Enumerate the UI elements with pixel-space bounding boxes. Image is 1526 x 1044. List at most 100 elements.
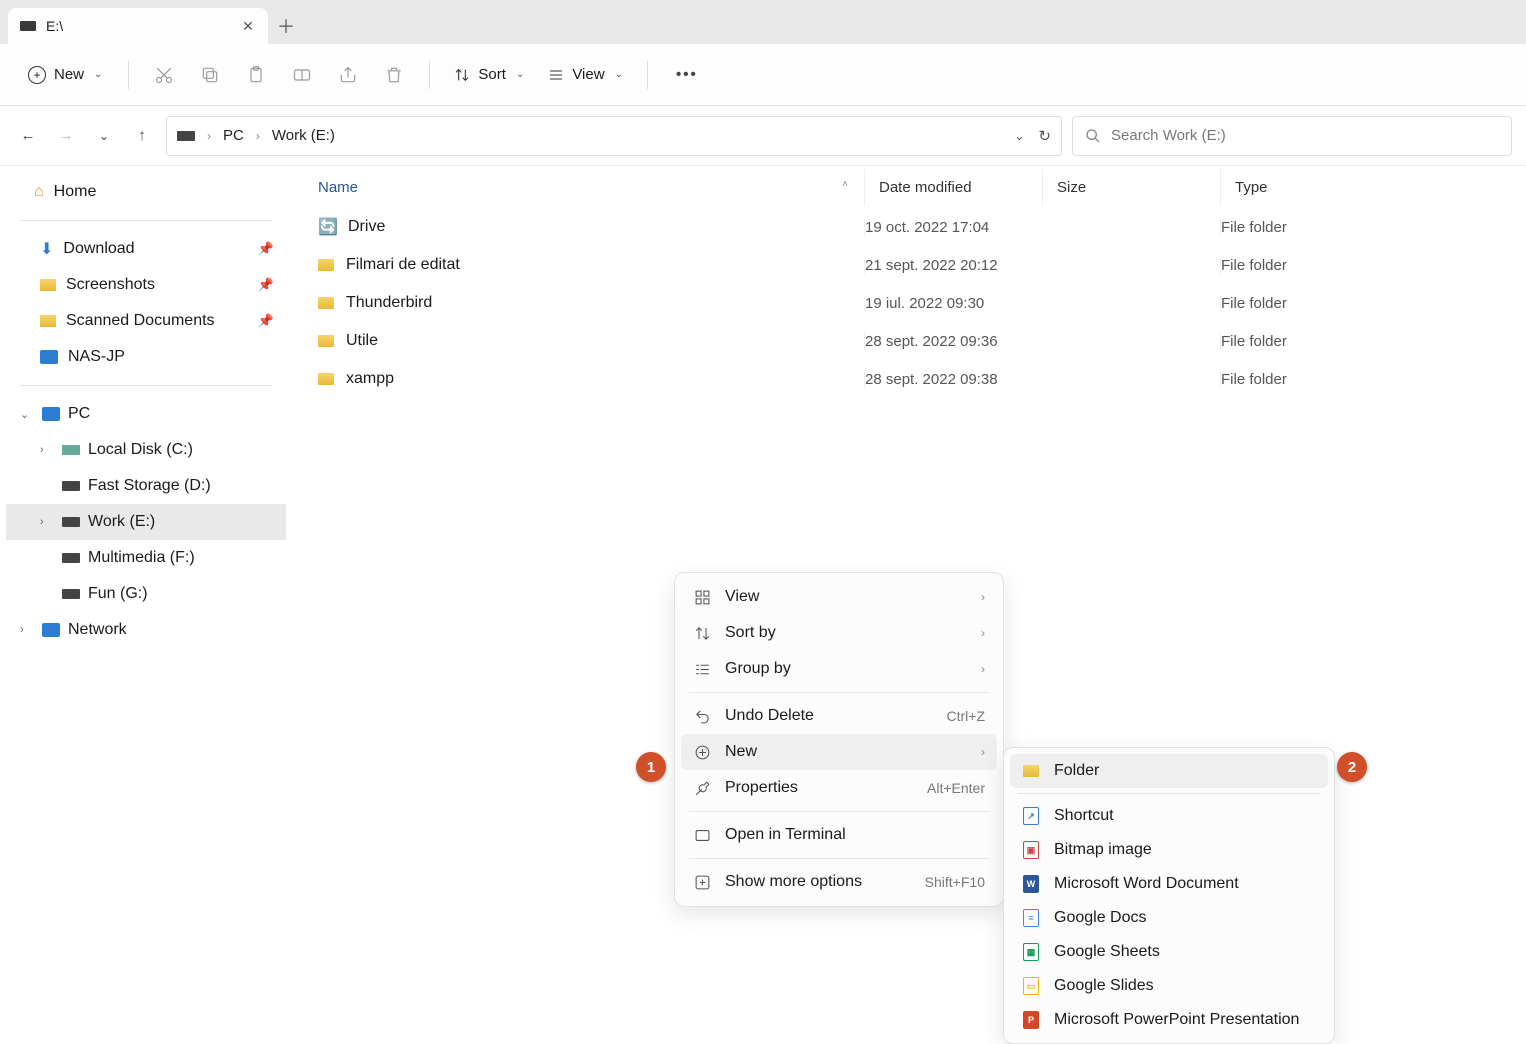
sidebar-drive-f[interactable]: › Multimedia (F:)	[6, 540, 286, 576]
chevron-right-icon: ›	[981, 590, 985, 604]
sidebar-drive-e[interactable]: › Work (E:)	[6, 504, 286, 540]
col-size[interactable]: Size	[1042, 169, 1220, 206]
sidebar-drive-g[interactable]: › Fun (G:)	[6, 576, 286, 612]
view-label: View	[572, 66, 604, 83]
folder-icon	[318, 259, 334, 271]
home-icon: ⌂	[34, 183, 44, 201]
file-type: File folder	[1220, 219, 1526, 236]
copy-icon[interactable]	[191, 56, 229, 94]
sidebar-network[interactable]: › Network	[6, 612, 286, 648]
view-button[interactable]: View ⌄	[540, 60, 631, 89]
forward-button[interactable]: →	[52, 122, 80, 150]
gslides-icon: ▭	[1022, 977, 1040, 995]
sort-icon	[454, 67, 470, 83]
paste-icon[interactable]	[237, 56, 275, 94]
col-name[interactable]: Name˄	[292, 169, 864, 206]
network-icon	[42, 623, 60, 637]
cut-icon[interactable]	[145, 56, 183, 94]
tab-bar: E:\ ✕ ＋	[0, 0, 1526, 44]
expand-icon[interactable]: ›	[20, 624, 34, 636]
up-button[interactable]: ↑	[128, 122, 156, 150]
chevron-right-icon: ›	[207, 129, 211, 143]
separator	[20, 220, 272, 221]
address-dropdown-icon[interactable]: ⌄	[1014, 129, 1024, 143]
address-bar[interactable]: › PC › Work (E:) ⌄ ↻	[166, 116, 1062, 156]
sidebar-quick-download[interactable]: ⬇ Download 📌	[6, 231, 286, 267]
sidebar-drive-c[interactable]: › Local Disk (C:)	[6, 432, 286, 468]
file-row[interactable]: 🔄Drive 19 oct. 2022 17:04 File folder	[292, 208, 1526, 246]
sidebar-item-label: Screenshots	[66, 276, 155, 294]
sub-label: Shortcut	[1054, 807, 1114, 825]
sidebar-item-label: Fast Storage (D:)	[88, 477, 211, 495]
file-row[interactable]: xampp 28 sept. 2022 09:38 File folder	[292, 360, 1526, 398]
file-date: 28 sept. 2022 09:38	[864, 371, 1042, 388]
tab[interactable]: E:\ ✕	[8, 8, 268, 44]
ctx-group-by[interactable]: Group by ›	[681, 651, 997, 687]
col-date[interactable]: Date modified	[864, 169, 1042, 206]
file-list[interactable]: Name˄ Date modified Size Type 🔄Drive 19 …	[292, 166, 1526, 1007]
drive-icon	[62, 445, 80, 455]
expand-icon[interactable]: ›	[40, 516, 54, 528]
ctx-show-more[interactable]: Show more options Shift+F10	[681, 864, 997, 900]
new-button[interactable]: + New ⌄	[18, 60, 112, 90]
expand-icon[interactable]: ⌄	[20, 408, 34, 421]
sub-label: Microsoft Word Document	[1054, 875, 1239, 893]
sub-shortcut[interactable]: ↗ Shortcut	[1010, 799, 1328, 833]
ctx-open-terminal[interactable]: Open in Terminal	[681, 817, 997, 853]
file-row[interactable]: Utile 28 sept. 2022 09:36 File folder	[292, 322, 1526, 360]
chevron-right-icon: ›	[981, 745, 985, 759]
sidebar-quick-screenshots[interactable]: Screenshots 📌	[6, 267, 286, 303]
drive-icon	[177, 131, 195, 141]
separator	[689, 811, 989, 812]
new-label: New	[54, 66, 84, 83]
sidebar-pc[interactable]: ⌄ PC	[6, 396, 286, 432]
toolbar: + New ⌄ Sort ⌄ View ⌄ •••	[0, 44, 1526, 106]
sidebar-home[interactable]: ⌂ Home	[6, 174, 286, 210]
powerpoint-icon: P	[1022, 1011, 1040, 1029]
sub-folder[interactable]: Folder	[1010, 754, 1328, 788]
sub-label: Folder	[1054, 762, 1099, 780]
sidebar-item-label: Download	[63, 240, 134, 258]
breadcrumb-pc[interactable]: PC	[223, 127, 244, 144]
new-tab-button[interactable]: ＋	[268, 8, 304, 44]
rename-icon[interactable]	[283, 56, 321, 94]
expand-icon[interactable]: ›	[40, 444, 54, 456]
file-row[interactable]: Thunderbird 19 iul. 2022 09:30 File fold…	[292, 284, 1526, 322]
ctx-label: Open in Terminal	[725, 826, 846, 844]
sidebar-quick-scanned[interactable]: Scanned Documents 📌	[6, 303, 286, 339]
back-button[interactable]: ←	[14, 122, 42, 150]
sort-button[interactable]: Sort ⌄	[446, 60, 532, 89]
sub-gsheets[interactable]: ▦ Google Sheets	[1010, 935, 1328, 969]
nav-row: ← → ⌄ ↑ › PC › Work (E:) ⌄ ↻ Search Work…	[0, 106, 1526, 166]
sub-label: Google Slides	[1054, 977, 1154, 995]
close-tab-icon[interactable]: ✕	[240, 18, 256, 34]
search-input[interactable]: Search Work (E:)	[1072, 116, 1512, 156]
sidebar-drive-d[interactable]: › Fast Storage (D:)	[6, 468, 286, 504]
ctx-sort-by[interactable]: Sort by ›	[681, 615, 997, 651]
ctx-view[interactable]: View ›	[681, 579, 997, 615]
share-icon[interactable]	[329, 56, 367, 94]
sub-powerpoint[interactable]: P Microsoft PowerPoint Presentation	[1010, 1003, 1328, 1037]
ctx-properties[interactable]: Properties Alt+Enter	[681, 770, 997, 806]
sub-gdocs[interactable]: ≡ Google Docs	[1010, 901, 1328, 935]
pc-icon	[42, 407, 60, 421]
sidebar-quick-nas[interactable]: NAS-JP	[6, 339, 286, 375]
file-row[interactable]: Filmari de editat 21 sept. 2022 20:12 Fi…	[292, 246, 1526, 284]
sidebar-item-label: Scanned Documents	[66, 312, 215, 330]
chevron-right-icon: ›	[981, 626, 985, 640]
grid-icon	[693, 588, 711, 606]
sub-word[interactable]: W Microsoft Word Document	[1010, 867, 1328, 901]
pin-icon: 📌	[258, 313, 274, 329]
separator	[429, 61, 430, 89]
refresh-icon[interactable]: ↻	[1038, 127, 1051, 145]
col-type[interactable]: Type	[1220, 169, 1526, 206]
sidebar-network-label: Network	[68, 621, 127, 639]
sub-bitmap[interactable]: ▣ Bitmap image	[1010, 833, 1328, 867]
more-button[interactable]: •••	[664, 60, 710, 89]
delete-icon[interactable]	[375, 56, 413, 94]
sub-gslides[interactable]: ▭ Google Slides	[1010, 969, 1328, 1003]
breadcrumb-drive[interactable]: Work (E:)	[272, 127, 335, 144]
ctx-undo[interactable]: Undo Delete Ctrl+Z	[681, 698, 997, 734]
ctx-new[interactable]: New ›	[681, 734, 997, 770]
recent-dropdown[interactable]: ⌄	[90, 122, 118, 150]
